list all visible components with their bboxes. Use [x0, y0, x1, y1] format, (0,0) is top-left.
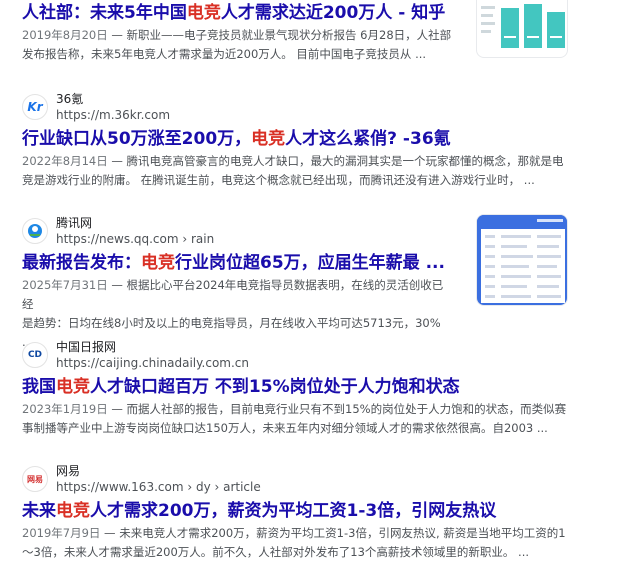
- result-date: 2023年1月19日: [22, 402, 108, 416]
- result-title-link[interactable]: 最新报告发布：电竞行业岗位超65万，应届生年薪最 ...: [22, 252, 452, 274]
- result-title-link[interactable]: 行业缺口从50万涨至200万，电竞人才这么紧俏? -36氪: [22, 128, 607, 150]
- site-name: 腾讯网: [56, 216, 93, 230]
- site-url: https://m.36kr.com: [56, 108, 171, 122]
- site-name: 网易: [56, 464, 81, 478]
- result-snippet: 2019年7月9日 — 未来电竞人才需求200万，薪资为平均工资1-3倍，引网友…: [22, 526, 566, 559]
- result-snippet: 2019年8月20日 — 新职业——电子竞技员就业景气现状分析报告 6月28日，…: [22, 28, 452, 61]
- title-highlight: 电竞: [56, 501, 90, 521]
- search-result: 人社部：未来5年中国电竞人才需求达近200万人 - 知乎 2019年8月20日 …: [22, 2, 452, 64]
- result-title-link[interactable]: 我国电竞人才缺口超百万 不到15%岗位处于人力饱和状态: [22, 376, 607, 398]
- kr-logo-icon: Kr: [22, 94, 48, 120]
- result-thumbnail[interactable]: [476, 214, 568, 306]
- title-highlight: 电竞: [251, 129, 286, 149]
- title-highlight: 电竞: [56, 377, 90, 397]
- tencent-logo-icon: [22, 218, 48, 244]
- result-title-link[interactable]: 未来电竞人才需求200万，薪资为平均工资1-3倍，引网友热议: [22, 500, 607, 522]
- search-result: CD 中国日报网 https://caijing.chinadaily.com.…: [22, 338, 607, 438]
- title-text: 人才需求达近200万人 - 知乎: [220, 3, 446, 23]
- result-snippet: 2022年8月14日 — 腾讯电竞高管豪言的电竞人才缺口，最大的漏洞其实是一个玩…: [22, 154, 564, 187]
- result-source[interactable]: 网易 网易 https://www.163.com › dy › article: [22, 462, 607, 496]
- result-date: 2022年8月14日: [22, 154, 108, 168]
- result-thumbnail[interactable]: [476, 0, 568, 58]
- chart-thumbnail-image: [481, 4, 565, 48]
- site-name: 中国日报网: [56, 340, 117, 354]
- search-result: 腾讯网 https://news.qq.com › rain 最新报告发布：电竞…: [22, 214, 452, 352]
- result-snippet: 2023年1月19日 — 而据人社部的报告，目前电竞行业只有不到15%的岗位处于…: [22, 402, 567, 435]
- search-result: Kr 36氪 https://m.36kr.com 行业缺口从50万涨至200万…: [22, 90, 607, 190]
- result-date: 2025年7月31日: [22, 278, 108, 292]
- site-url: https://caijing.chinadaily.com.cn: [56, 356, 249, 370]
- title-highlight: 电竞: [141, 253, 175, 273]
- result-source[interactable]: 腾讯网 https://news.qq.com › rain: [22, 214, 452, 248]
- chinadaily-logo-icon: CD: [22, 342, 48, 368]
- result-source[interactable]: CD 中国日报网 https://caijing.chinadaily.com.…: [22, 338, 607, 372]
- result-source[interactable]: Kr 36氪 https://m.36kr.com: [22, 90, 607, 124]
- result-title-link[interactable]: 人社部：未来5年中国电竞人才需求达近200万人 - 知乎: [22, 2, 452, 24]
- result-date: 2019年7月9日: [22, 526, 101, 540]
- table-thumbnail-image: [477, 215, 567, 303]
- netease-logo-icon: 网易: [22, 466, 48, 492]
- site-url: https://news.qq.com › rain: [56, 232, 215, 246]
- site-name: 36氪: [56, 92, 84, 106]
- site-url: https://www.163.com › dy › article: [56, 480, 261, 494]
- search-result: 网易 网易 https://www.163.com › dy › article…: [22, 462, 607, 562]
- title-highlight: 电竞: [186, 3, 221, 23]
- title-text: 人社部：未来5年中国: [22, 3, 187, 23]
- result-date: 2019年8月20日: [22, 28, 108, 42]
